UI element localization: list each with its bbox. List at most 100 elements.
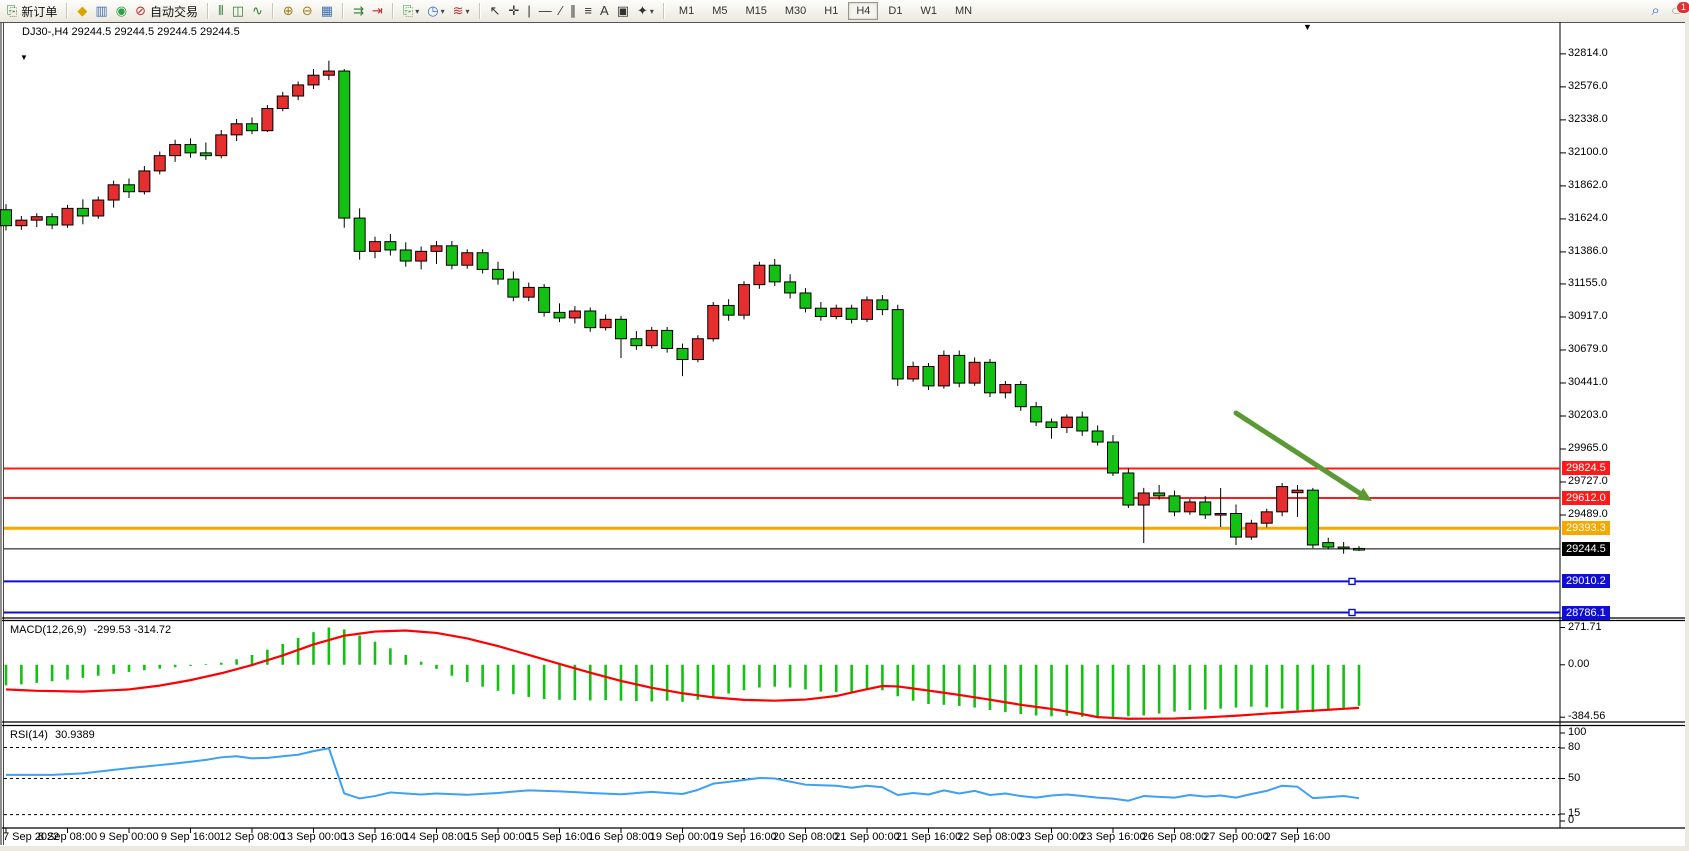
support-line-1-handle[interactable] xyxy=(1349,578,1355,584)
time-axis-label: 19 Sep 16:00 xyxy=(711,831,776,843)
candle-body-up xyxy=(969,362,980,383)
candle-body-up xyxy=(1061,417,1072,427)
candle-body-down xyxy=(1,210,12,226)
macd-indicator-label: MACD(12,26,9) -299.53 -314.72 xyxy=(10,624,171,636)
candle-body-up xyxy=(831,308,842,316)
candle-body-down xyxy=(1108,442,1119,473)
chart-title-caret-icon[interactable]: ▼ xyxy=(20,53,28,62)
candle-body-down xyxy=(47,217,58,225)
price-tick-label: 32338.0 xyxy=(1568,113,1608,125)
time-axis-label: 15 Sep 16:00 xyxy=(527,831,592,843)
candle-body-up xyxy=(1215,513,1226,515)
trend-arrow-shaft[interactable] xyxy=(1236,413,1361,494)
candle-body-down xyxy=(339,71,350,218)
candle-body-down xyxy=(585,311,596,328)
candle-body-down xyxy=(1092,431,1103,442)
candle-body-down xyxy=(1231,513,1242,537)
candle-body-up xyxy=(16,220,27,226)
candle-body-up xyxy=(370,242,381,252)
candle-body-up xyxy=(62,208,73,225)
time-axis-label: 19 Sep 00:00 xyxy=(650,831,715,843)
candle-body-up xyxy=(31,217,42,220)
price-badge-pivot-line: 29393.3 xyxy=(1562,521,1610,535)
candle-body-up xyxy=(431,246,442,252)
candle-body-up xyxy=(308,75,319,85)
candle-body-down xyxy=(77,208,88,216)
chart-plot xyxy=(0,0,1689,851)
macd-axis-label: 0.00 xyxy=(1568,658,1589,670)
price-tick-label: 30679.0 xyxy=(1568,343,1608,355)
candle-body-down xyxy=(1169,496,1180,512)
candle-body-up xyxy=(216,135,227,156)
rsi-name: RSI(14) xyxy=(10,729,48,741)
time-axis-label: 23 Sep 16:00 xyxy=(1080,831,1145,843)
candle-body-down xyxy=(185,145,196,153)
right-edge-strip xyxy=(1685,22,1689,846)
price-badge-support-line-2: 28786.1 xyxy=(1562,606,1610,620)
candle-body-up xyxy=(938,355,949,386)
candle-body-down xyxy=(800,293,811,308)
candle-body-up xyxy=(154,156,165,171)
candle-body-down xyxy=(923,366,934,385)
candle-body-down xyxy=(631,339,642,346)
candle-body-down xyxy=(662,330,673,348)
price-tick-label: 31155.0 xyxy=(1568,277,1607,289)
candle-body-up xyxy=(569,311,580,318)
candle-body-up xyxy=(170,145,181,156)
chart-shift-marker-icon[interactable]: ▼ xyxy=(1303,22,1312,32)
price-tick-label: 31386.0 xyxy=(1568,245,1608,257)
candle-body-down xyxy=(1307,490,1318,545)
bottom-edge-strip xyxy=(0,846,1689,851)
candle-body-down xyxy=(1031,407,1042,422)
time-axis-label: 23 Sep 00:00 xyxy=(1019,831,1084,843)
price-tick-label: 31862.0 xyxy=(1568,179,1608,191)
candle-body-down xyxy=(539,287,550,312)
support-line-2-handle[interactable] xyxy=(1349,610,1355,616)
chart-title-bar: ▼ DJ30-,H4 29244.5 29244.5 29244.5 29244… xyxy=(10,26,240,38)
candle-body-down xyxy=(200,153,211,156)
price-badge-resistance-line-1: 29824.5 xyxy=(1562,461,1610,475)
candle-body-up xyxy=(108,185,119,200)
candle-body-up xyxy=(323,71,334,75)
candle-body-down xyxy=(1123,473,1134,505)
candle-body-up xyxy=(600,319,611,327)
rsi-axis-label: 50 xyxy=(1568,772,1580,784)
time-axis-label: 21 Sep 00:00 xyxy=(834,831,899,843)
candle-body-down xyxy=(1354,548,1365,550)
candle-body-down xyxy=(554,312,565,318)
candle-body-up xyxy=(708,305,719,338)
rsi-indicator-label: RSI(14) 30.9389 xyxy=(10,729,95,741)
candle-body-down xyxy=(477,253,488,270)
candle-body-up xyxy=(416,251,427,261)
candle-body-down xyxy=(124,185,135,192)
time-axis-label: 12 Sep 08:00 xyxy=(219,831,284,843)
macd-values: -299.53 -314.72 xyxy=(93,624,171,636)
price-tick-label: 32814.0 xyxy=(1568,47,1608,59)
rsi-axis-label: 0 xyxy=(1568,814,1574,826)
candle-body-down xyxy=(247,124,258,131)
candle-body-down xyxy=(1338,547,1349,549)
candle-body-down xyxy=(677,348,688,359)
candle-body-down xyxy=(846,308,857,319)
candle-body-up xyxy=(1246,523,1257,537)
candle-body-up xyxy=(462,253,473,265)
candle-body-down xyxy=(354,218,365,251)
price-tick-label: 30917.0 xyxy=(1568,310,1608,322)
candle-body-up xyxy=(862,300,873,319)
candle-body-up xyxy=(739,285,750,316)
macd-axis-label: 271.71 xyxy=(1568,621,1602,633)
candle-body-up xyxy=(231,124,242,135)
candle-body-down xyxy=(1200,502,1211,515)
candle-body-up xyxy=(1292,490,1303,492)
candle-body-down xyxy=(493,269,504,279)
candle-body-down xyxy=(1046,422,1057,428)
candle-body-up xyxy=(293,85,304,96)
price-badge-current-price-line: 29244.5 xyxy=(1562,542,1610,556)
candle-body-down xyxy=(446,246,457,265)
price-tick-label: 29965.0 xyxy=(1568,442,1608,454)
rsi-line xyxy=(6,748,1359,800)
time-axis-label: 14 Sep 08:00 xyxy=(404,831,469,843)
time-axis-label: 9 Sep 16:00 xyxy=(161,831,220,843)
time-axis-label: 27 Sep 00:00 xyxy=(1203,831,1268,843)
candle-body-up xyxy=(262,109,273,131)
